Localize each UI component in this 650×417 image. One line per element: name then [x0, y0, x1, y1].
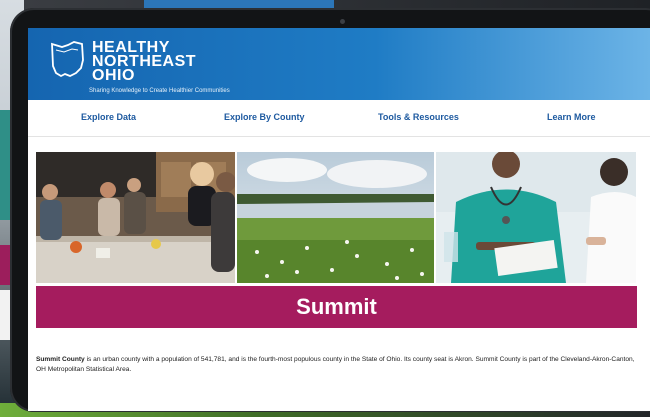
county-description: Summit County is an urban county with a … [36, 355, 636, 375]
county-name: Summit County [36, 355, 85, 363]
photo-family-kitchen [36, 152, 235, 283]
site-header: HEALTHY NORTHEAST OHIO Sharing Knowledge… [28, 28, 650, 100]
brand-line-3: OHIO [92, 67, 135, 84]
photo-doctor-patient [436, 152, 636, 283]
county-description-text: is an urban county with a population of … [36, 355, 635, 373]
camera-icon [340, 19, 345, 24]
hero-photo-strip [36, 152, 636, 283]
nav-explore-data[interactable]: Explore Data [81, 112, 136, 122]
tablet-device: HEALTHY NORTHEAST OHIO Sharing Knowledge… [10, 8, 650, 412]
photo-river-meadow [237, 152, 434, 283]
main-nav: Explore Data Explore By County Tools & R… [28, 100, 650, 137]
county-title-banner: Summit [36, 286, 637, 328]
tablet-screen: HEALTHY NORTHEAST OHIO Sharing Knowledge… [28, 28, 650, 411]
site-tagline: Sharing Knowledge to Create Healthier Co… [89, 88, 230, 94]
nav-learn-more[interactable]: Learn More [547, 112, 596, 122]
nav-explore-by-county[interactable]: Explore By County [224, 112, 305, 122]
nav-tools-resources[interactable]: Tools & Resources [378, 112, 459, 122]
ohio-state-icon [51, 41, 84, 78]
